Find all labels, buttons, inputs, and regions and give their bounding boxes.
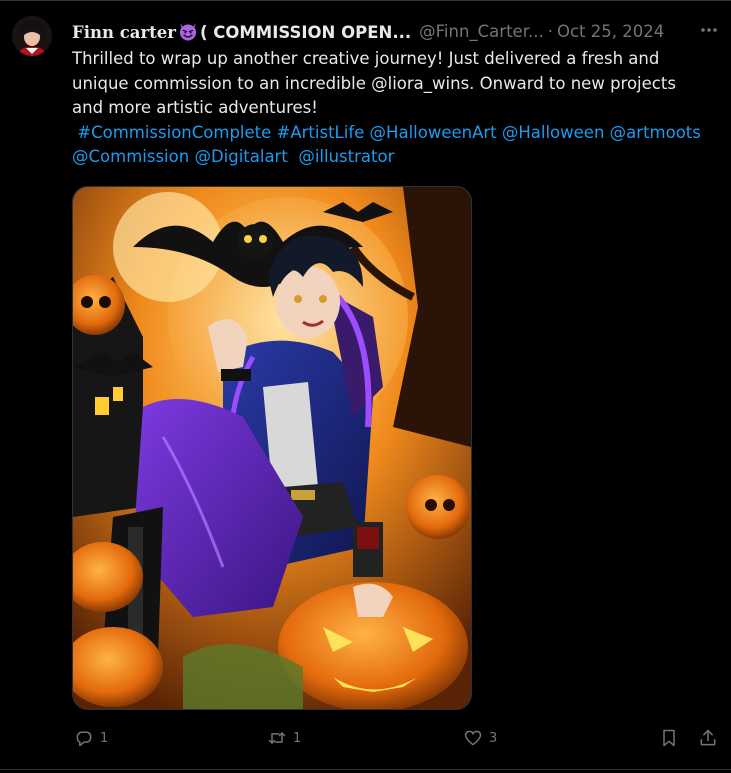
separator-dot: · [547,21,553,41]
tweet-header: Finn carter ( COMMISSION OPEN... @Finn_C… [72,19,712,43]
reply-button[interactable]: 1 [74,725,108,751]
mention-link[interactable]: @Digitalart [194,147,287,166]
mention-link[interactable]: @Halloween [502,123,605,142]
share-icon [700,729,716,746]
smiling-devil-icon [179,23,196,41]
like-count: 3 [489,730,498,746]
mention-link[interactable]: @Commission [72,147,189,166]
halloween-illustration [73,187,471,709]
reply-icon [76,731,92,747]
tweet-actions: 1 1 3 [72,725,722,751]
tweet-date[interactable]: Oct 25, 2024 [557,22,664,41]
reply-count: 1 [100,730,109,746]
bottom-divider [0,769,731,770]
hashtag-link[interactable]: #CommissionComplete [77,123,271,142]
tweet-text: Thrilled to wrap up another creative jou… [72,47,712,170]
user-handle[interactable]: @Finn_Carter... [419,22,544,41]
top-divider [0,0,731,1]
tweet-media-image[interactable] [72,186,472,710]
bookmark-button[interactable] [659,725,685,751]
retweet-count: 1 [293,730,302,746]
mention-link[interactable]: @illustrator [298,147,394,166]
heart-icon [464,730,482,746]
more-horizontal-icon [701,28,717,32]
mention-link[interactable]: @artmoots [610,123,701,142]
display-name[interactable]: Finn carter ( COMMISSION OPEN... [72,20,411,42]
bookmark-icon [663,729,675,747]
retweet-button[interactable]: 1 [267,725,301,751]
retweet-icon [268,732,286,744]
display-name-stylized: Finn carter [72,23,176,42]
avatar[interactable] [12,16,52,56]
mention-link[interactable]: @HalloweenArt [370,123,497,142]
hashtag-link[interactable]: #ArtistLife [277,123,365,142]
share-button[interactable] [698,725,724,751]
like-button[interactable]: 3 [463,725,497,751]
tweet-tags: #CommissionComplete #ArtistLife @Hallowe… [72,121,712,170]
more-options-button[interactable] [697,20,721,40]
display-name-rest: ( COMMISSION OPEN... [199,23,412,42]
tweet-body: Thrilled to wrap up another creative jou… [72,49,676,118]
